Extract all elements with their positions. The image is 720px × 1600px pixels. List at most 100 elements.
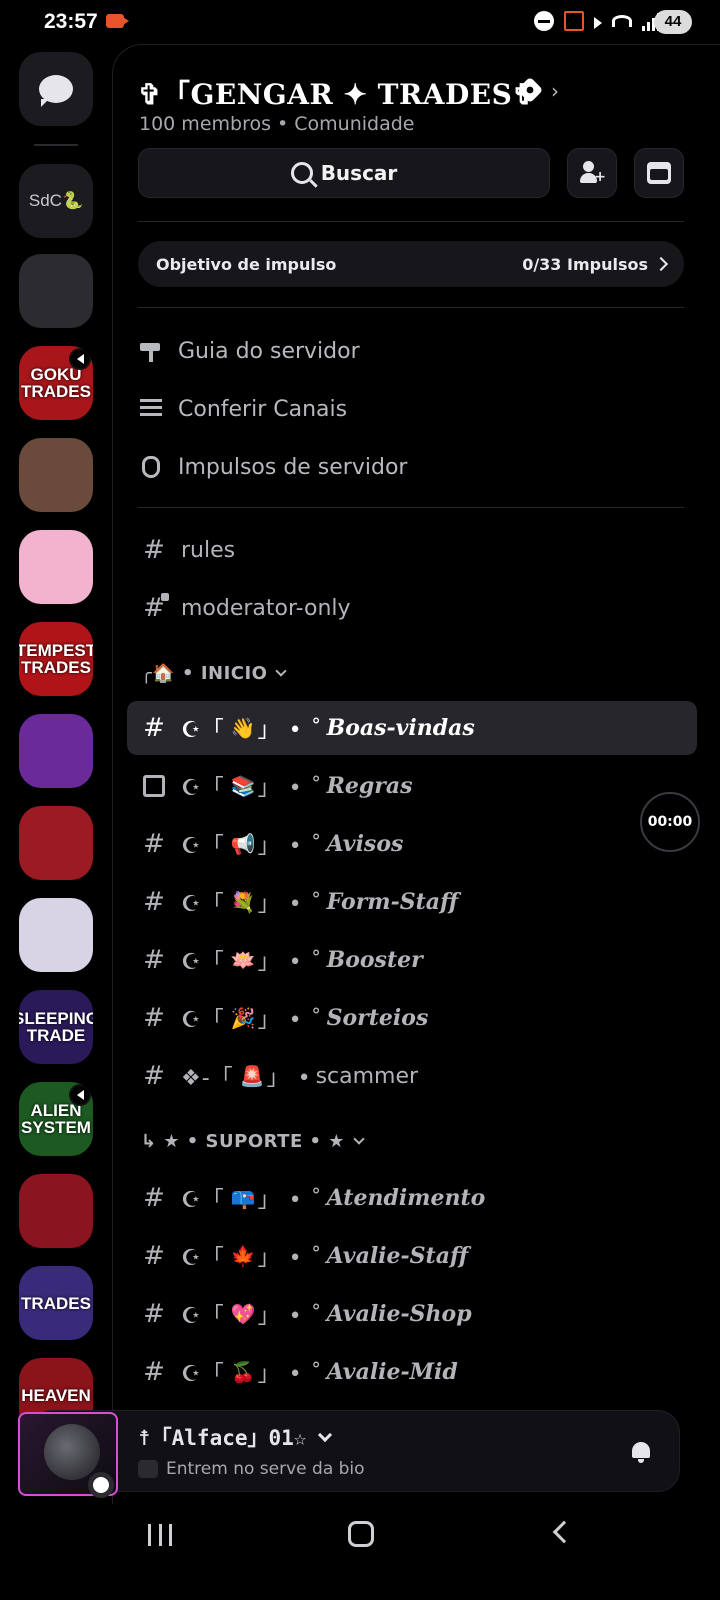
category-inicio[interactable]: ╭🏠 • INICIO <box>141 655 288 691</box>
chevron-right-icon[interactable]: › <box>551 79 559 103</box>
rules-checkbox-icon <box>143 775 165 797</box>
hash-icon: # <box>143 535 165 565</box>
invite-button[interactable]: + <box>567 148 617 198</box>
channel-prefix: ☪「 <box>181 892 225 917</box>
browse-channels-item[interactable]: Conferir Canais <box>138 389 347 429</box>
channel-name: Atendimento <box>326 1185 486 1211</box>
avatar[interactable] <box>18 1410 122 1500</box>
category-prefix: ↳ ★ • <box>141 1130 199 1152</box>
search-label: Buscar <box>320 161 398 185</box>
mute-icon <box>594 17 602 29</box>
channel-suffix: 」 • ˚ <box>257 1008 323 1033</box>
channel-prefix: ☪「 <box>181 950 225 975</box>
cast-icon <box>564 11 584 31</box>
events-button[interactable] <box>634 148 684 198</box>
server-icon-label: TEMPEST TRADES <box>19 641 93 677</box>
avatar-image <box>44 1424 100 1480</box>
channel-emoji: 📪 <box>230 1186 256 1210</box>
user-name[interactable]: ☨「Alface」01☆ <box>138 1422 333 1452</box>
bell-icon[interactable] <box>630 1440 652 1464</box>
clock: 23:57 <box>44 10 98 33</box>
boost-gem-icon <box>142 456 160 478</box>
channel-item[interactable]: # ☪「 💐」 • ˚ Form-Staff <box>127 875 697 929</box>
battery-indicator: 44 <box>654 10 692 34</box>
divider <box>138 221 684 222</box>
recent-apps-button[interactable] <box>148 1524 172 1546</box>
channel-item[interactable]: ☪「 📚」 • ˚ Regras <box>127 759 697 813</box>
server-icon[interactable] <box>19 530 93 604</box>
server-boosts-item[interactable]: Impulsos de servidor <box>138 447 407 487</box>
server-icon[interactable] <box>19 714 93 788</box>
channel-prefix: ❖-「 <box>181 1066 234 1091</box>
channel-item[interactable]: # ☪「 🍒」 • ˚ Avalie-Mid <box>127 1345 697 1399</box>
channel-list-icon <box>140 399 162 419</box>
channel-suffix: 」 • ˚ <box>257 1304 323 1329</box>
channel-emoji: 🪷 <box>230 948 256 972</box>
server-icon[interactable]: TEMPEST TRADES <box>19 622 93 696</box>
server-boosts-label: Impulsos de servidor <box>178 454 408 480</box>
server-guide-item[interactable]: Guia do servidor <box>138 331 360 371</box>
server-icon[interactable]: TRADES <box>19 1266 93 1340</box>
channel-item[interactable]: # ☪「 📢」 • ˚ Avisos <box>127 817 697 871</box>
channel-name: Booster <box>326 947 423 973</box>
search-button[interactable]: Buscar <box>138 148 550 198</box>
server-icon[interactable] <box>19 806 93 880</box>
speaker-icon <box>69 1084 91 1106</box>
channel-prefix: ☪「 <box>181 1008 225 1033</box>
channel-suffix: 」 • ˚ <box>257 834 323 859</box>
channel-emoji: 🚨 <box>239 1064 265 1088</box>
channel-suffix: 」 • ˚ <box>257 776 323 801</box>
channel-item[interactable]: # ☪「 📪」 • ˚ Atendimento <box>127 1171 697 1225</box>
category-name: INICIO <box>200 662 268 684</box>
server-icon-label: TRADES <box>21 1293 91 1313</box>
user-panel[interactable] <box>30 1410 680 1492</box>
channel-item[interactable]: # ☪「 🎉」 • ˚ Sorteios <box>127 991 697 1045</box>
server-icon[interactable]: SLEEPING TRADE <box>19 990 93 1064</box>
channel-suffix: 」 • ˚ <box>257 950 323 975</box>
channel-item[interactable]: # ☪「 🪷」 • ˚ Booster <box>127 933 697 987</box>
channel-rules[interactable]: # rules <box>127 523 697 577</box>
server-icon[interactable] <box>19 254 93 328</box>
category-suporte[interactable]: ↳ ★ • SUPORTE • ★ <box>141 1123 365 1159</box>
server-icon[interactable]: GOKU TRADES <box>19 346 93 420</box>
user-status-text: Entrem no serve da bio <box>166 1459 365 1479</box>
status-indicator <box>88 1472 114 1498</box>
channel-item[interactable]: # ☪「 💖」 • ˚ Avalie-Shop <box>127 1287 697 1341</box>
hash-icon: # <box>143 1061 165 1091</box>
channel-name: moderator-only <box>181 595 351 621</box>
server-title[interactable]: ✞「GENGAR ✦ TRADES✞ <box>138 73 536 113</box>
channel-item[interactable]: # ☪「 🍁」 • ˚ Avalie-Staff <box>127 1229 697 1283</box>
channel-prefix: ☪「 <box>181 718 225 743</box>
server-icon[interactable] <box>19 1174 93 1248</box>
server-icon[interactable]: ALIEN SYSTEM <box>19 1082 93 1156</box>
channel-emoji: 🍒 <box>230 1360 256 1384</box>
channel-prefix: ☪「 <box>181 1362 225 1387</box>
server-folder[interactable]: SdC 🐍 <box>19 164 93 238</box>
divider <box>138 307 684 308</box>
back-button[interactable] <box>552 1520 576 1544</box>
home-button[interactable] <box>348 1521 374 1547</box>
floating-timer[interactable]: 00:00 <box>640 792 700 852</box>
add-user-icon: + <box>580 161 606 185</box>
user-status: Entrem no serve da bio <box>138 1459 365 1479</box>
channel-emoji: 📚 <box>230 774 256 798</box>
hash-icon: # <box>143 1357 165 1387</box>
snake-emoji: 🐍 <box>61 191 84 210</box>
channel-name: Avalie-Shop <box>326 1301 472 1327</box>
browse-channels-label: Conferir Canais <box>178 396 348 422</box>
boost-progress: 0/33 Impulsos <box>522 254 648 274</box>
server-icon[interactable] <box>19 898 93 972</box>
category-prefix: ╭🏠 • <box>141 662 195 684</box>
server-icon[interactable] <box>19 438 93 512</box>
channel-name: Sorteios <box>326 1005 429 1031</box>
hash-icon: # <box>143 1241 165 1271</box>
channel-moderator-only[interactable]: # moderator-only <box>127 581 697 635</box>
do-not-disturb-icon <box>534 11 554 31</box>
boost-goal-bar[interactable]: Objetivo de impulso 0/33 Impulsos <box>138 241 684 287</box>
channel-suffix: 」 • ˚ <box>257 1188 323 1213</box>
server-icon-label: HEAVEN <box>21 1385 91 1405</box>
channel-scammer[interactable]: # ❖-「 🚨 」 • scammer <box>127 1049 697 1103</box>
direct-messages-button[interactable] <box>19 52 93 126</box>
channel-item[interactable]: # ☪「 👋」 • ˚ Boas-vindas <box>127 701 697 755</box>
chevron-down-icon <box>275 665 288 677</box>
